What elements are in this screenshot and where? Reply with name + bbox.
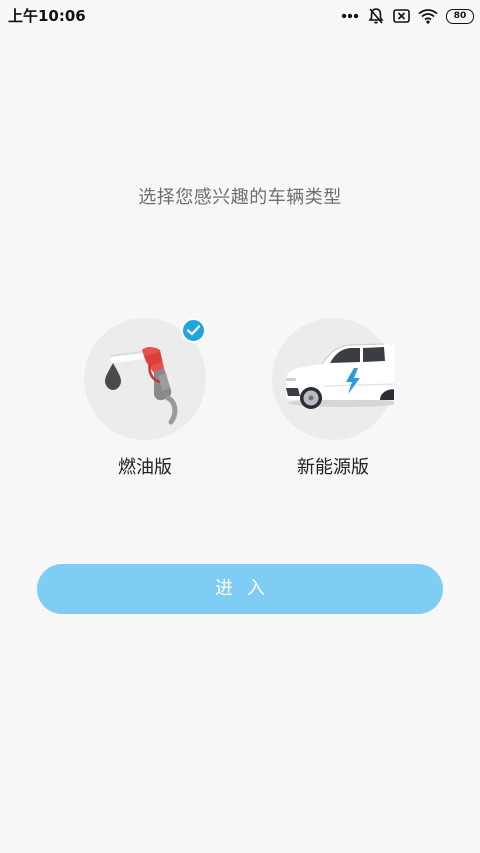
electric-car-icon [286, 343, 394, 409]
enter-button[interactable]: 进入 [37, 564, 443, 614]
option-fuel[interactable]: 燃油版 [70, 316, 220, 486]
option-electric[interactable]: 新能源版 [258, 316, 408, 486]
status-time: 上午10:06 [8, 7, 86, 25]
option-fuel-label: 燃油版 [118, 457, 172, 478]
status-icons: 80 [341, 6, 474, 26]
wifi-icon [418, 8, 438, 24]
option-electric-label: 新能源版 [297, 457, 369, 478]
notifications-off-icon [367, 7, 385, 25]
vehicle-type-prompt: 选择您感兴趣的车辆类型 [138, 187, 342, 208]
selected-check-icon [181, 318, 206, 343]
sim-error-icon [393, 9, 410, 23]
status-bar: 上午10:06 80 [0, 0, 480, 32]
electric-option-circle[interactable] [272, 318, 394, 440]
battery-icon: 80 [446, 8, 474, 24]
more-dots-icon [341, 13, 359, 19]
